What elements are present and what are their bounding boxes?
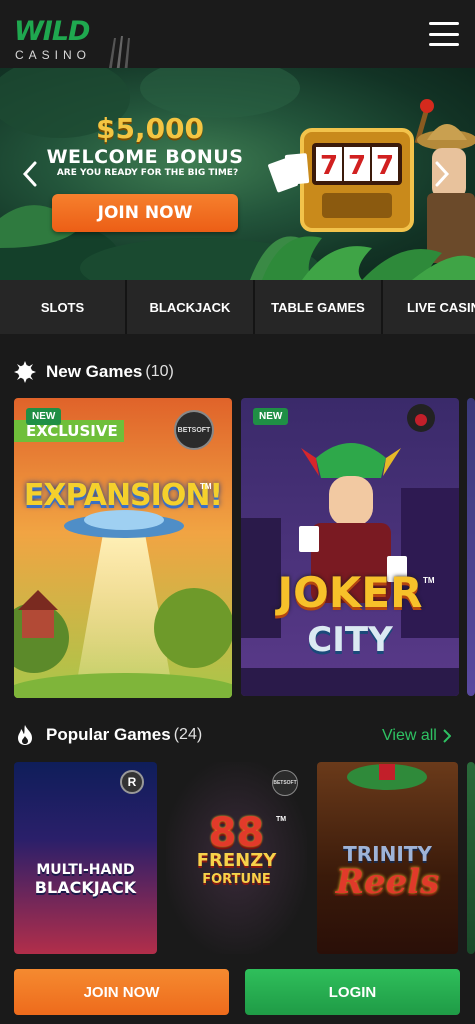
login-button[interactable]: LOGIN [245, 969, 460, 1015]
tab-table-games[interactable]: TABLE GAMES [255, 280, 381, 334]
reels-title: Reels [335, 862, 440, 902]
logo-casino-text: CASINO [15, 48, 92, 62]
starburst-icon [14, 361, 36, 383]
bonus-title: WELCOME BONUS [46, 146, 244, 168]
logo-wild-text: WILD [14, 16, 90, 47]
gift-decoration [379, 764, 395, 780]
new-badge: NEW [26, 408, 62, 425]
svg-text:7: 7 [320, 151, 338, 181]
join-now-button[interactable]: JOIN NOW [14, 969, 229, 1015]
fire-icon [18, 725, 32, 745]
tab-slots[interactable]: SLOTS [0, 280, 125, 334]
tab-blackjack[interactable]: BLACKJACK [127, 280, 253, 334]
betsoft-provider-badge: BETSOFT [174, 410, 214, 450]
svg-text:7: 7 [348, 151, 366, 181]
site-header: WILD CASINO [0, 0, 475, 74]
carousel-prev-arrow-icon[interactable] [20, 160, 40, 188]
svg-text:7: 7 [376, 151, 394, 181]
new-games-count: (10) [145, 363, 174, 380]
new-games-heading: New Games (10) [14, 357, 174, 387]
bonus-subtitle: ARE YOU READY FOR THE BIG TIME? [56, 168, 239, 178]
game-card-expansion[interactable]: EXCLUSIVE NEW BETSOFT EXPANSION! TM [14, 398, 232, 698]
wild-casino-logo[interactable]: WILD CASINO [14, 8, 134, 74]
trademark-mark: TM [200, 482, 212, 491]
popular-games-title: Popular Games [46, 725, 171, 744]
game-card-next-peek[interactable] [467, 762, 475, 954]
bottom-action-bar: JOIN NOW LOGIN [0, 960, 475, 1024]
popular-games-heading: Popular Games (24) [14, 720, 202, 750]
trademark-mark: TM [276, 816, 287, 823]
blackjack-title: BLACKJACK [34, 878, 137, 897]
fortune-title: FORTUNE [202, 872, 271, 887]
game-card-joker-city[interactable]: NEW JOKER CITY TM [241, 398, 459, 696]
welcome-bonus-banner[interactable]: $5,000 WELCOME BONUS ARE YOU READY FOR T… [0, 68, 475, 280]
game-card-trinity-reels[interactable]: TRINITY Reels [317, 762, 458, 954]
multi-hand-title: MULTI-HAND [36, 862, 135, 878]
betsoft-provider-badge: BETSOFT [272, 770, 298, 796]
game-card-next-peek[interactable] [467, 398, 475, 696]
carousel-next-arrow-icon[interactable] [432, 160, 452, 188]
chevron-right-icon [443, 729, 451, 743]
new-games-title: New Games [46, 362, 143, 381]
trademark-mark: TM [423, 576, 435, 585]
rival-provider-badge: R [120, 770, 144, 794]
bonus-amount: $5,000 [95, 112, 205, 145]
new-badge: NEW [253, 408, 289, 425]
popular-games-count: (24) [173, 726, 203, 743]
hamburger-menu-icon[interactable] [429, 22, 459, 46]
view-all-link[interactable]: View all [382, 724, 451, 748]
game-card-88-frenzy-fortune[interactable]: BETSOFT 88 FRENZY FORTUNE TM [166, 762, 307, 954]
tab-live-casino[interactable]: LIVE CASINO [383, 280, 475, 334]
city-title: CITY [307, 620, 393, 660]
frenzy-title: FRENZY [196, 850, 277, 871]
hero-join-now-button[interactable]: JOIN NOW [52, 194, 238, 232]
game-category-tabs: SLOTS BLACKJACK TABLE GAMES LIVE CASINO [0, 280, 475, 334]
view-all-label: View all [382, 727, 437, 744]
game-card-multi-hand-blackjack[interactable]: R MULTI-HAND BLACKJACK [14, 762, 157, 954]
